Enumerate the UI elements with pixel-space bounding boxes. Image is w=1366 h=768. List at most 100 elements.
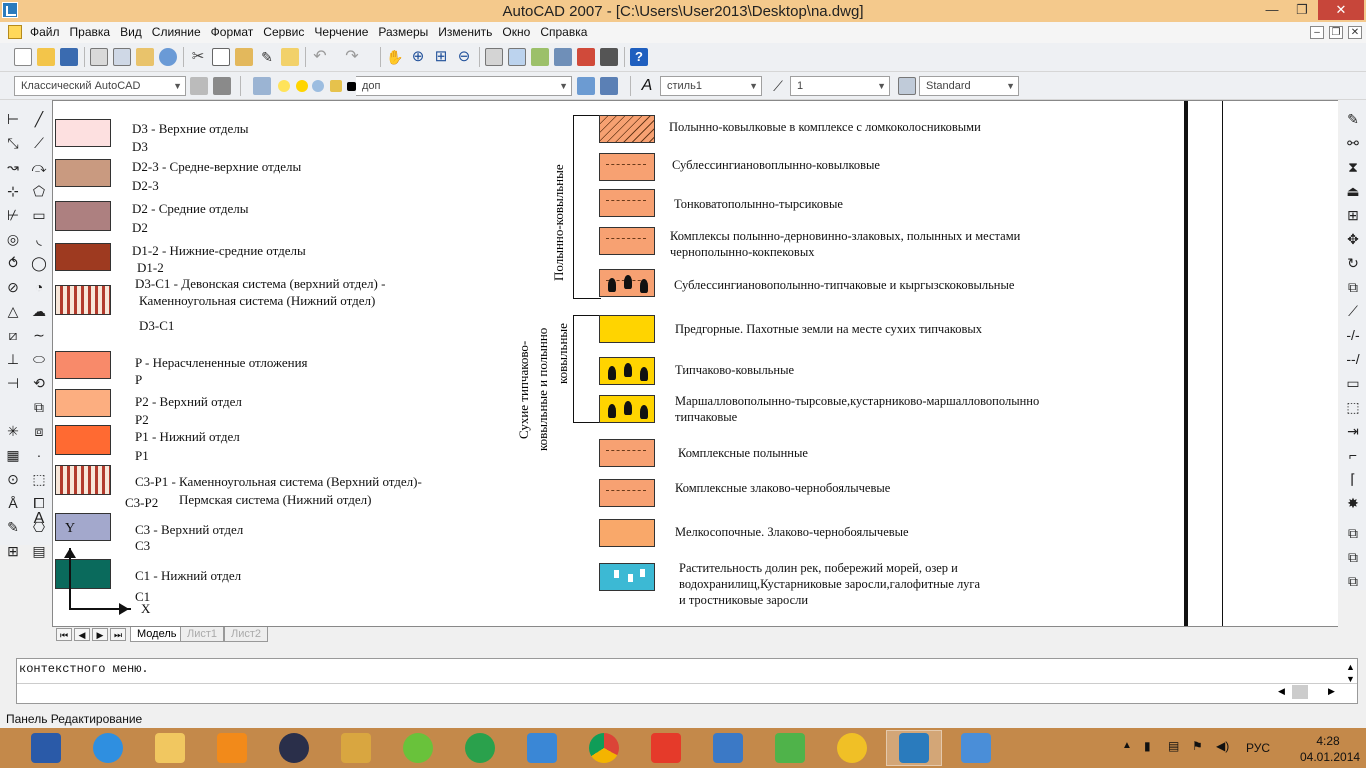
close-button[interactable]: ✕ — [1318, 0, 1364, 20]
match-icon[interactable]: ✎ — [1344, 110, 1362, 128]
tray-expand-icon[interactable]: ▲ — [1122, 740, 1132, 751]
layer-previous-icon[interactable] — [600, 77, 618, 95]
copy-icon[interactable] — [212, 48, 230, 66]
table2-icon[interactable]: ▤ — [30, 542, 48, 560]
yandex-browser-task[interactable] — [824, 730, 880, 766]
paste-icon[interactable] — [235, 48, 253, 66]
trim-right-icon[interactable]: -/- — [1344, 326, 1362, 344]
sketch-icon[interactable] — [4, 514, 22, 532]
command-line[interactable]: контекстного меню. — [16, 658, 1358, 704]
dim-style-icon[interactable]: ⟋ — [769, 77, 787, 95]
app-task[interactable] — [390, 730, 446, 766]
save-workspace-icon[interactable] — [213, 77, 231, 95]
rectangle-icon[interactable]: ⊬ — [4, 206, 22, 224]
join-right-icon[interactable]: ⬚ — [1344, 398, 1362, 416]
battery-icon[interactable]: ▮ — [1144, 739, 1151, 753]
zoom-window-icon[interactable]: ⊞ — [432, 48, 450, 66]
stretch-icon[interactable]: ☁ — [30, 302, 48, 320]
app-a-task[interactable] — [762, 730, 818, 766]
undo-icon[interactable]: ↶ — [311, 48, 329, 66]
polyline-icon[interactable]: ↝ — [4, 158, 22, 176]
gradient-icon[interactable]: ⊙ — [4, 470, 22, 488]
menu-item-8[interactable]: Изменить — [438, 25, 492, 39]
layer-on-icon[interactable] — [278, 80, 290, 92]
match-properties-icon[interactable]: ✎ — [258, 48, 276, 66]
prev-tab-button[interactable]: ◀ — [74, 628, 90, 641]
hatch-icon[interactable]: ▦ — [4, 446, 22, 464]
stretch-right-icon[interactable]: ⟋ — [1344, 302, 1362, 320]
save-icon[interactable] — [60, 48, 78, 66]
table-style-select[interactable]: Standard ▼ — [919, 76, 1019, 96]
odnoklassniki-task[interactable] — [204, 730, 260, 766]
tool-task[interactable] — [328, 730, 384, 766]
fillet-icon[interactable]: · — [30, 446, 48, 464]
open-icon[interactable] — [37, 48, 55, 66]
scroll-down-icon[interactable]: ▼ — [1346, 674, 1355, 684]
explode-icon[interactable]: ⬚ — [30, 470, 48, 488]
menu-item-1[interactable]: Правка — [70, 25, 111, 39]
properties-icon[interactable] — [485, 48, 503, 66]
scroll-left-icon[interactable]: ◀ — [1278, 686, 1285, 697]
workspace-select[interactable]: Классический AutoCAD ▼ — [14, 76, 186, 96]
markup-icon[interactable] — [577, 48, 595, 66]
explode-right-icon[interactable]: ✸ — [1344, 494, 1362, 512]
join-icon[interactable]: ⧉ — [30, 398, 48, 416]
region-icon[interactable]: Å — [4, 494, 22, 512]
move-icon[interactable]: ◟ — [30, 230, 48, 248]
flag-icon[interactable]: ⚑ — [1192, 739, 1203, 753]
array-icon[interactable]: ▭ — [30, 206, 48, 224]
draworder-back-icon[interactable]: ⧉ — [1344, 548, 1362, 566]
tool-palettes-icon[interactable] — [531, 48, 549, 66]
dim-style-select[interactable]: 1 ▼ — [790, 76, 890, 96]
scale-right-icon[interactable]: ⧉ — [1344, 278, 1362, 296]
menu-item-4[interactable]: Формат — [211, 25, 254, 39]
menu-item-0[interactable]: Файл — [30, 25, 60, 39]
sheet-set-icon[interactable] — [554, 48, 572, 66]
mirror-icon[interactable]: ⤼ — [30, 158, 48, 176]
mirror-right-icon[interactable]: ⧗ — [1344, 158, 1362, 176]
polygon-icon[interactable]: ⊹ — [4, 182, 22, 200]
point-icon[interactable]: ✳ — [4, 422, 22, 440]
circle-icon[interactable]: ⥀ — [4, 254, 22, 272]
new-icon[interactable] — [14, 48, 32, 66]
drawing-canvas[interactable]: D3 - Верхние отделы D3 D2-3 - Средне-верхн… — [52, 100, 1338, 626]
break-icon[interactable]: ⟲ — [30, 374, 48, 392]
scroll-up-icon[interactable]: ▲ — [1346, 662, 1355, 672]
volume-icon[interactable]: ◀) — [1216, 739, 1229, 753]
scroll-right-icon[interactable]: ▶ — [1328, 686, 1335, 697]
menu-item-10[interactable]: Справка — [540, 25, 587, 39]
tab-sheet2[interactable]: Лист2 — [224, 627, 269, 642]
rotate-icon[interactable]: ◯ — [30, 254, 48, 272]
text-style-select[interactable]: стиль1 ▼ — [660, 76, 762, 96]
explorer-task[interactable] — [142, 730, 198, 766]
clock-time[interactable]: 4:28 — [1300, 734, 1356, 748]
extend-right-icon[interactable]: --/ — [1344, 350, 1362, 368]
text-icon[interactable]: A — [30, 510, 48, 528]
h-scrollbar-thumb[interactable] — [1292, 685, 1308, 699]
document-icon[interactable] — [8, 25, 22, 39]
yandex-task[interactable] — [638, 730, 694, 766]
workspace-settings-icon[interactable] — [190, 77, 208, 95]
offset-icon[interactable]: ⬠ — [30, 182, 48, 200]
help-button[interactable]: ? — [630, 48, 648, 66]
erase-icon[interactable]: ╱ — [30, 110, 48, 128]
layer-lock-icon[interactable] — [330, 80, 342, 92]
first-tab-button[interactable]: ⏮ — [56, 628, 72, 641]
ie-task[interactable] — [80, 730, 136, 766]
last-tab-button[interactable]: ⏭ — [110, 628, 126, 641]
next-tab-button[interactable]: ▶ — [92, 628, 108, 641]
text-style-icon[interactable]: A — [638, 77, 656, 95]
tab-model[interactable]: Модель — [130, 627, 184, 642]
zoom-realtime-icon[interactable]: ⊕ — [409, 48, 427, 66]
make-block-icon[interactable]: ⊣ — [4, 374, 22, 392]
print-icon[interactable] — [90, 48, 108, 66]
doc-minimize-button[interactable]: – — [1310, 26, 1324, 39]
trim-icon[interactable]: ∼ — [30, 326, 48, 344]
chamfer-right-icon[interactable]: ⇥ — [1344, 422, 1362, 440]
autocad-task[interactable] — [886, 730, 942, 766]
menu-item-5[interactable]: Сервис — [263, 25, 304, 39]
zoom-previous-icon[interactable]: ⊖ — [455, 48, 473, 66]
picture-viewer-task[interactable] — [948, 730, 1004, 766]
draworder-front-icon[interactable]: ⧉ — [1344, 524, 1362, 542]
spline-icon[interactable]: △ — [4, 302, 22, 320]
